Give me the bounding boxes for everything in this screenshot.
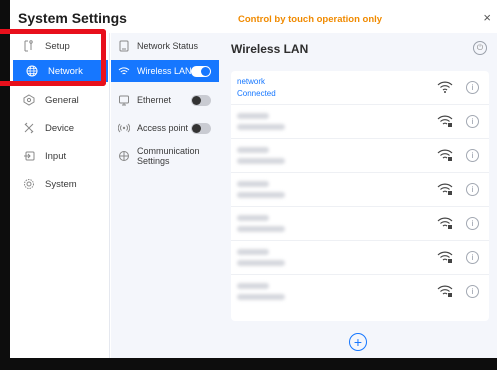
network-info-icon[interactable]: i (466, 81, 479, 94)
subnav-item-network-status[interactable]: Network Status (111, 35, 219, 57)
network-subnav: Network Status Wireless LAN Ethernet Acc… (111, 33, 219, 358)
general-icon (22, 93, 36, 107)
network-row-connected[interactable]: network Connected i (231, 71, 489, 105)
screen-bezel-bottom (0, 358, 497, 370)
blurred-network-detail (237, 294, 285, 300)
network-row[interactable]: i (231, 275, 489, 309)
wifi-icon (117, 64, 131, 78)
wps-power-icon[interactable]: ⏻ (473, 41, 487, 55)
wifi-lock-icon (437, 251, 453, 263)
wifi-lock-icon (437, 183, 453, 195)
wifi-lock-icon (437, 285, 453, 297)
add-network-button[interactable]: + (349, 333, 367, 351)
blurred-network-detail (237, 260, 285, 266)
communication-icon (117, 149, 131, 163)
subnav-item-label: Network Status (137, 41, 199, 51)
subnav-item-label: Communication (137, 146, 200, 156)
wireless-lan-panel: Wireless LAN ⏻ network Connected i i i i (219, 33, 497, 358)
network-info-icon[interactable]: i (466, 183, 479, 196)
blurred-network-name (237, 113, 269, 119)
blurred-network-detail (237, 158, 285, 164)
network-info-icon[interactable]: i (466, 149, 479, 162)
subnav-item-ethernet[interactable]: Ethernet (111, 89, 219, 111)
wifi-lock-icon (437, 149, 453, 161)
red-highlight-annotation (0, 29, 106, 86)
wireless-lan-toggle[interactable] (191, 65, 211, 77)
app-title: System Settings (18, 10, 127, 26)
blurred-network-name (237, 181, 269, 187)
network-row[interactable]: i (231, 139, 489, 173)
ethernet-toggle[interactable] (191, 94, 211, 106)
network-row[interactable]: i (231, 105, 489, 139)
network-row[interactable]: i (231, 173, 489, 207)
wifi-lock-icon (437, 217, 453, 229)
ethernet-icon (117, 93, 131, 107)
sidebar-item-label: General (45, 94, 79, 106)
blurred-network-name (237, 249, 269, 255)
blurred-network-detail (237, 226, 285, 232)
blurred-network-name (237, 215, 269, 221)
network-row[interactable]: i (231, 207, 489, 241)
network-info-icon[interactable]: i (466, 115, 479, 128)
system-gear-icon (22, 177, 36, 191)
input-icon (22, 149, 36, 163)
access-point-toggle[interactable] (191, 122, 211, 134)
network-info-icon[interactable]: i (466, 285, 479, 298)
sidebar-item-label: Device (45, 122, 75, 134)
device-icon (22, 121, 36, 135)
page-title: Wireless LAN (231, 42, 309, 56)
subnav-item-communication-settings[interactable]: Communication Settings (111, 143, 219, 169)
sidebar-item-device[interactable]: Device (10, 117, 110, 139)
close-button[interactable]: × (483, 10, 491, 25)
subnav-item-label: Wireless LAN (137, 66, 192, 76)
subnav-item-label: Settings (137, 156, 170, 166)
sidebar-item-system[interactable]: System (10, 173, 110, 195)
network-status: Connected (237, 89, 276, 98)
wifi-lock-icon (437, 115, 453, 127)
blurred-network-name (237, 147, 269, 153)
subnav-item-label: Ethernet (137, 95, 172, 105)
sidebar-item-label: Input (45, 150, 67, 162)
sidebar-item-input[interactable]: Input (10, 145, 110, 167)
touch-only-notice: Control by touch operation only (238, 14, 383, 25)
sidebar-item-general[interactable]: General (10, 89, 110, 111)
sidebar-item-label: System (45, 178, 77, 190)
blurred-network-name (237, 283, 269, 289)
subnav-item-label: Access point (137, 123, 189, 133)
network-row[interactable]: i (231, 241, 489, 275)
network-name: network (237, 77, 266, 86)
subnav-item-wireless-lan[interactable]: Wireless LAN (111, 60, 219, 82)
subnav-item-label-block: Communication Settings (137, 146, 200, 166)
access-point-icon (117, 121, 131, 135)
network-info-icon[interactable]: i (466, 251, 479, 264)
wifi-signal-icon (437, 81, 453, 93)
network-list: network Connected i i i i i i i (231, 71, 489, 321)
blurred-network-detail (237, 192, 285, 198)
network-status-icon (117, 39, 131, 53)
network-info-icon[interactable]: i (466, 217, 479, 230)
blurred-network-detail (237, 124, 285, 130)
subnav-item-access-point[interactable]: Access point (111, 117, 219, 139)
